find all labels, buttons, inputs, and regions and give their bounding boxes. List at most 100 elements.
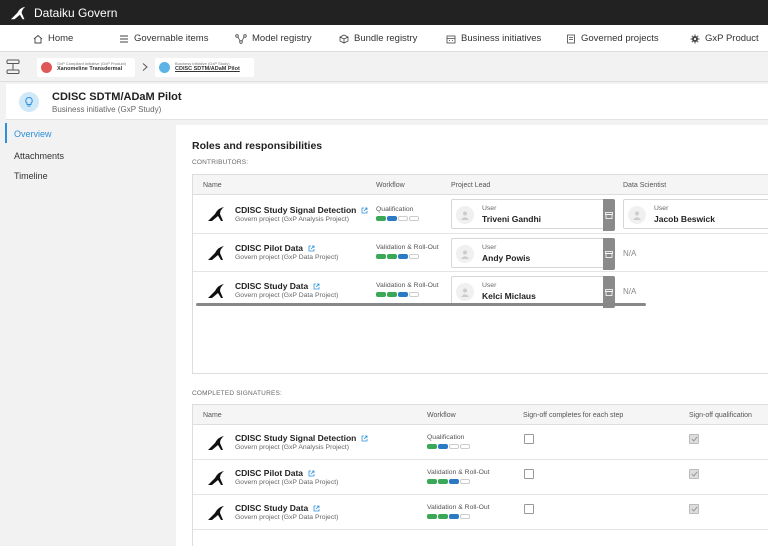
- table-row: CDISC Study Data Govern project (GxP Dat…: [193, 495, 768, 530]
- workflow-step: [376, 292, 386, 297]
- table-row: CDISC Pilot Data Govern project (GxP Dat…: [193, 460, 768, 495]
- workflow-step-label: Validation & Roll-Out: [427, 504, 490, 511]
- project-type: Govern project (GxP Data Project): [235, 254, 339, 261]
- workflow-step: [387, 216, 397, 221]
- project-link[interactable]: CDISC Study Data: [235, 503, 320, 513]
- horizontal-scrollbar[interactable]: [196, 303, 646, 306]
- product-gear-icon: [41, 62, 52, 73]
- column-header: Name: [203, 412, 222, 419]
- nav-model-registry-label: Model registry: [252, 33, 312, 44]
- project-link[interactable]: CDISC Study Signal Detection: [235, 205, 368, 215]
- project-type: Govern project (GxP Analysis Project): [235, 216, 349, 223]
- table-header: Name Workflow Project Lead Data Scientis…: [193, 175, 768, 195]
- workflow-step-label: Qualification: [376, 206, 414, 213]
- workflow-progress: [376, 254, 419, 259]
- project-name: CDISC Study Signal Detection: [235, 433, 357, 443]
- step-signoff-checkbox[interactable]: [524, 434, 534, 444]
- column-header: Project Lead: [451, 182, 491, 189]
- project-lead-card[interactable]: User Kelci Miclaus: [451, 276, 615, 308]
- breadcrumb-gxp-product[interactable]: GxP Compliant Initiative (GxP Product) X…: [37, 58, 135, 77]
- project-lead-card[interactable]: User Andy Powis: [451, 238, 615, 270]
- workflow-step: [438, 514, 448, 519]
- project-type: Govern project (GxP Data Project): [235, 479, 339, 486]
- step-signoff-checkbox[interactable]: [524, 469, 534, 479]
- dataiku-bird-icon: [208, 471, 224, 485]
- tab-attachments[interactable]: Attachments: [14, 151, 64, 161]
- workflow-progress: [427, 444, 470, 449]
- project-type: Govern project (GxP Data Project): [235, 292, 339, 299]
- breadcrumb-name: Xanomeline Transdermal: [57, 66, 123, 73]
- nav-business-initiatives[interactable]: Business initiatives: [446, 25, 541, 52]
- top-bar: Dataiku Govern: [0, 0, 768, 25]
- nav-governed-projects[interactable]: Governed projects: [566, 25, 659, 52]
- column-header: Sign-off completes for each step: [523, 412, 624, 419]
- checkmark-icon: [690, 436, 698, 442]
- table-row: CDISC Study Signal Detection Govern proj…: [193, 425, 768, 460]
- external-link-icon[interactable]: [308, 245, 315, 252]
- workflow-progress: [376, 216, 419, 221]
- workflow-step: [449, 479, 459, 484]
- workflow-progress: [427, 479, 470, 484]
- step-signoff-checkbox[interactable]: [524, 504, 534, 514]
- external-link-icon[interactable]: [361, 435, 368, 442]
- nav-governable-items[interactable]: Governable items: [119, 25, 208, 52]
- column-header: Sign-off qualification: [689, 412, 752, 419]
- user-name: Triveni Gandhi: [482, 214, 542, 224]
- project-link[interactable]: CDISC Study Signal Detection: [235, 433, 368, 443]
- nav-home[interactable]: Home: [33, 25, 73, 52]
- workflow-step: [376, 254, 386, 259]
- project-name: CDISC Pilot Data: [235, 243, 304, 253]
- external-link-icon[interactable]: [308, 470, 315, 477]
- workflow-step-label: Validation & Roll-Out: [376, 244, 439, 251]
- workflow-step: [398, 292, 408, 297]
- app-title[interactable]: Dataiku Govern: [34, 6, 117, 20]
- dataiku-bird-icon: [208, 506, 224, 520]
- project-link[interactable]: CDISC Pilot Data: [235, 243, 315, 253]
- user-label: User: [482, 205, 497, 212]
- tab-timeline[interactable]: Timeline: [14, 171, 48, 181]
- workflow-step: [387, 254, 397, 259]
- data-scientist-card[interactable]: User Jacob Beswick: [623, 199, 768, 229]
- workflow-step: [460, 479, 470, 484]
- workflow-step: [427, 479, 437, 484]
- workflow-step: [398, 254, 408, 259]
- dataiku-bird-logo[interactable]: [10, 5, 28, 21]
- chevron-right-icon: [142, 63, 148, 71]
- user-label: User: [482, 244, 497, 251]
- workflow-progress: [427, 514, 470, 519]
- dataiku-bird-icon: [208, 207, 224, 221]
- external-link-icon[interactable]: [313, 505, 320, 512]
- roles-section-title: Roles and responsibilities: [192, 140, 323, 152]
- column-header: Workflow: [376, 182, 405, 189]
- project-link[interactable]: CDISC Pilot Data: [235, 468, 315, 478]
- archive-icon[interactable]: [603, 199, 615, 231]
- workflow-step-label: Validation & Roll-Out: [427, 469, 490, 476]
- breadcrumb-current-initiative[interactable]: Business initiative (GxP Study) CDISC SD…: [155, 58, 254, 77]
- workflow-progress: [376, 292, 419, 297]
- contributors-table: Name Workflow Project Lead Data Scientis…: [192, 174, 768, 374]
- workflow-step-label: Validation & Roll-Out: [376, 282, 439, 289]
- qualification-signoff-checkbox[interactable]: [689, 504, 699, 514]
- nav-bundle-registry[interactable]: Bundle registry: [339, 25, 417, 52]
- archive-icon[interactable]: [603, 238, 615, 270]
- qualification-signoff-checkbox[interactable]: [689, 434, 699, 444]
- nav-gxp-product[interactable]: GxP Product: [690, 25, 759, 52]
- workflow-step: [387, 292, 397, 297]
- nav-model-registry[interactable]: Model registry: [235, 25, 312, 52]
- project-lead-card[interactable]: User Triveni Gandhi: [451, 199, 615, 231]
- main-content: Roles and responsibilities CONTRIBUTORS:…: [176, 125, 768, 546]
- project-link[interactable]: CDISC Study Data: [235, 281, 320, 291]
- home-icon: [33, 34, 43, 43]
- user-avatar-icon: [456, 245, 474, 263]
- qualification-signoff-checkbox[interactable]: [689, 469, 699, 479]
- hierarchy-toggle-icon[interactable]: [6, 59, 20, 75]
- user-name: Jacob Beswick: [654, 214, 715, 224]
- active-tab-indicator: [5, 123, 7, 143]
- external-link-icon[interactable]: [361, 207, 368, 214]
- tab-overview[interactable]: Overview: [14, 129, 52, 139]
- column-header: Name: [203, 182, 222, 189]
- signatures-table: Name Workflow Sign-off completes for eac…: [192, 404, 768, 546]
- external-link-icon[interactable]: [313, 283, 320, 290]
- user-avatar-icon: [456, 283, 474, 301]
- dataiku-bird-icon: [208, 436, 224, 450]
